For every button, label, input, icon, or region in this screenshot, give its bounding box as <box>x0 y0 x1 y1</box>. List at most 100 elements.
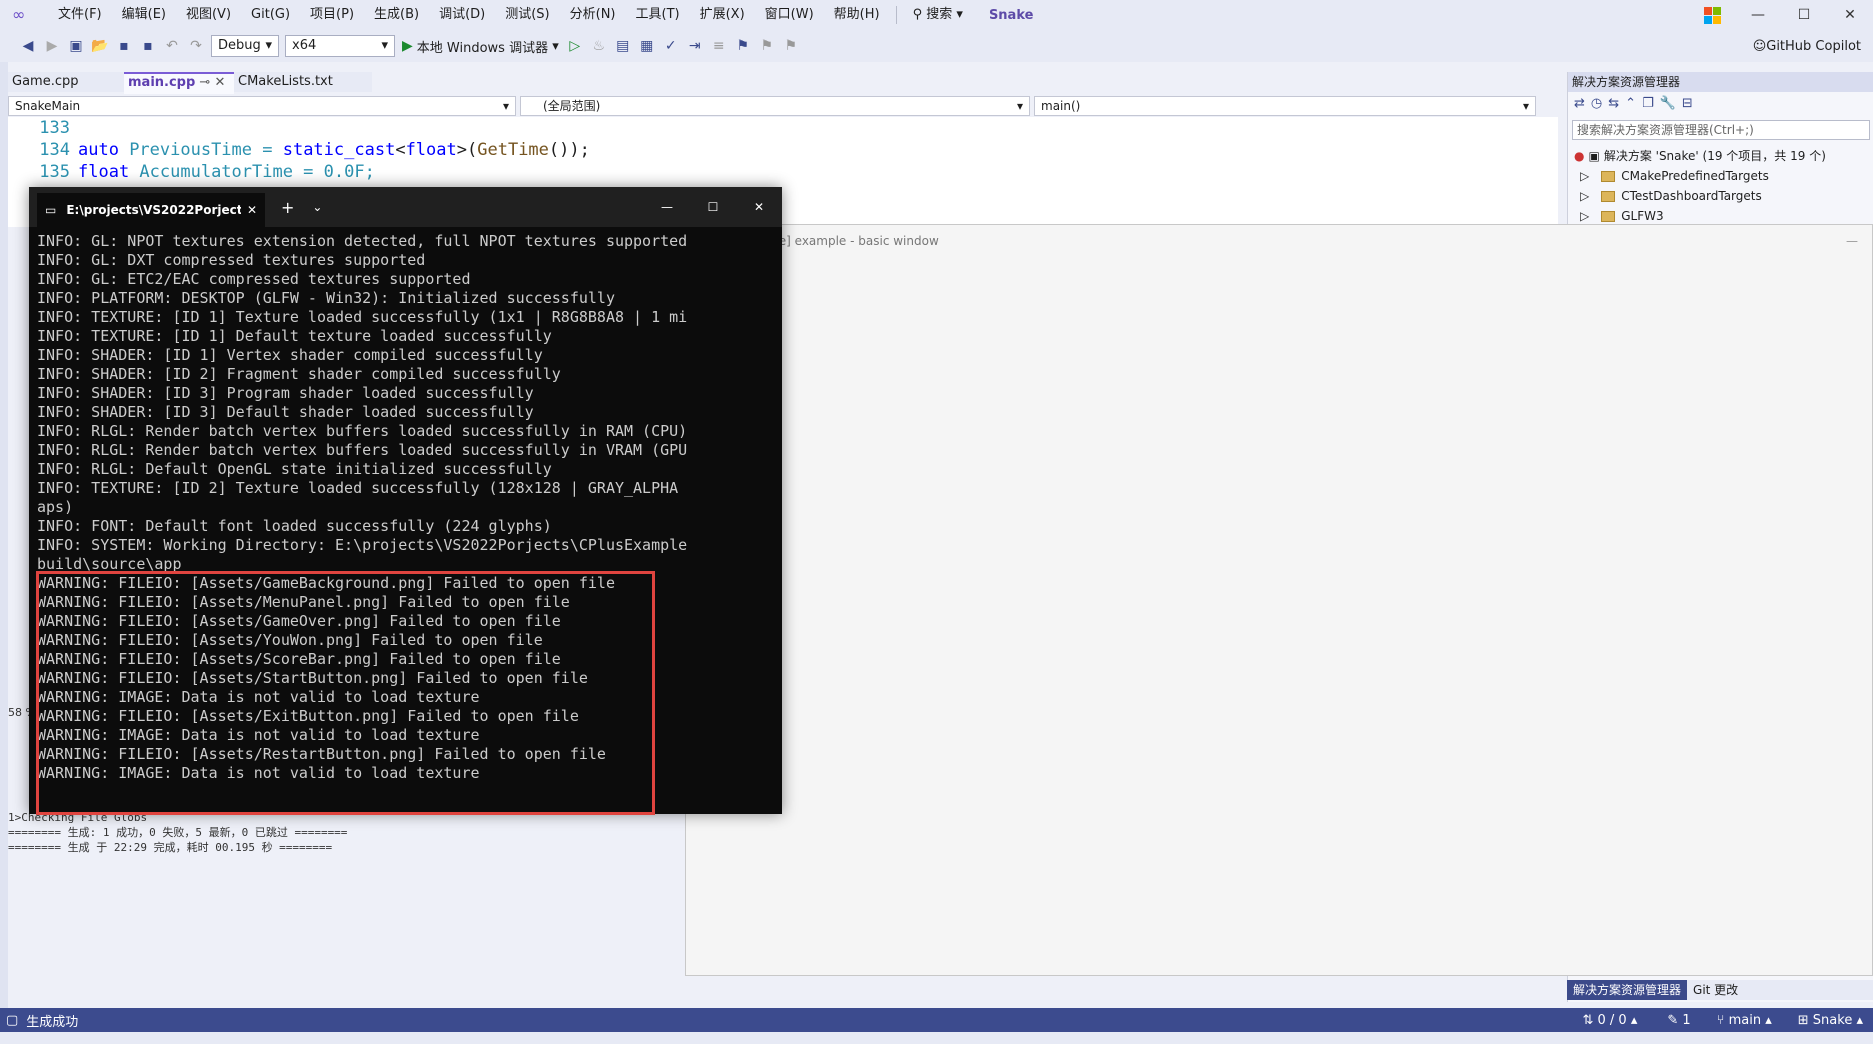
solution-name: Snake <box>988 7 1034 23</box>
tab-cmakelists[interactable]: CMakeLists.txt <box>234 72 372 92</box>
code-line: 135 float AccumulatorTime = 0.0F; <box>8 161 1558 183</box>
close-tab-icon[interactable]: ✕ <box>247 203 257 217</box>
console-line: INFO: RLGL: Default OpenGL state initial… <box>37 460 552 478</box>
status-bar: ▢ 生成成功 ⇅ 0 / 0 ▴ ✎ 1 ⑂ main ▴ ⊞ Snake ▴ <box>0 1008 1873 1032</box>
copy-icon[interactable]: ❐ <box>1642 96 1654 111</box>
menu-extensions[interactable]: 扩展(X) <box>690 0 755 30</box>
browse-icon[interactable]: ▤ <box>612 35 634 57</box>
wrench-icon[interactable]: 🔧 <box>1660 96 1676 111</box>
sync-indicator[interactable]: ⇅ 0 / 0 ▴ <box>1582 1013 1637 1028</box>
scope-value: (全局范围) <box>543 99 601 113</box>
console-line: INFO: TEXTURE: [ID 1] Texture loaded suc… <box>37 308 688 326</box>
keyword: float <box>405 140 457 160</box>
chevron-down-icon: ▾ <box>502 99 509 113</box>
close-icon[interactable]: ✕ <box>736 200 782 214</box>
history-icon[interactable]: ◷ <box>1591 96 1602 111</box>
switch-view-icon[interactable]: ⇄ <box>1574 96 1585 111</box>
minimize-icon[interactable]: — <box>1735 0 1781 30</box>
sync-arrows-icon: ⇅ <box>1582 1012 1598 1028</box>
comment-icon[interactable]: ≡ <box>708 35 730 57</box>
tree-item-label: CTestDashboardTargets <box>1621 189 1762 203</box>
chevron-down-icon[interactable]: ⌄ <box>312 200 322 214</box>
start-debugging-button[interactable]: ▶ 本地 Windows 调试器 ▾ <box>402 37 559 56</box>
left-strip <box>0 62 8 1012</box>
edits-count: 1 <box>1682 1012 1691 1028</box>
repo-indicator[interactable]: ⊞ Snake ▴ <box>1798 1013 1863 1028</box>
tree-item[interactable]: ▷ GLFW3 <box>1568 206 1873 226</box>
platform-select[interactable]: x64 ▾ <box>285 35 395 57</box>
menu-build[interactable]: 生成(B) <box>364 0 429 30</box>
console-line: INFO: PLATFORM: DESKTOP (GLFW - Win32): … <box>37 289 615 307</box>
tree-item[interactable]: ▷ CMakePredefinedTargets <box>1568 166 1873 186</box>
github-copilot-button[interactable]: ☺ GitHub Copilot <box>1753 39 1861 54</box>
close-icon[interactable]: ✕ <box>1827 0 1873 30</box>
expand-arrow-icon[interactable]: ▷ <box>1580 166 1589 186</box>
menu-project[interactable]: 项目(P) <box>300 0 364 30</box>
console-line: INFO: SHADER: [ID 2] Fragment shader com… <box>37 365 561 383</box>
bookmark-next-icon[interactable]: ⚑ <box>780 35 802 57</box>
minimize-icon[interactable]: — <box>1846 234 1858 248</box>
step-icon[interactable]: ⇥ <box>684 35 706 57</box>
windows-logo-icon <box>1689 0 1735 30</box>
bookmark-icon[interactable]: ⚑ <box>732 35 754 57</box>
project-dropdown[interactable]: SnakeMain ▾ <box>8 96 516 116</box>
branch-indicator[interactable]: ⑂ main ▴ <box>1717 1013 1772 1028</box>
undo-icon[interactable]: ↶ <box>161 35 183 57</box>
raylib-title-bar[interactable]: raylib [core] example - basic window — <box>686 225 1872 257</box>
bookmark-prev-icon[interactable]: ⚑ <box>756 35 778 57</box>
menu-window[interactable]: 窗口(W) <box>755 0 824 30</box>
repo-name: Snake <box>1812 1012 1853 1028</box>
preview-icon[interactable]: ⊟ <box>1682 96 1693 111</box>
edits-indicator[interactable]: ✎ 1 <box>1667 1013 1690 1028</box>
layout-icon[interactable]: ▦ <box>636 35 658 57</box>
copilot-label: GitHub Copilot <box>1766 38 1861 54</box>
save-icon[interactable]: ▪ <box>113 35 135 57</box>
search-button[interactable]: ⚲ 搜索 ▾ <box>903 0 973 30</box>
menu-test[interactable]: 测试(S) <box>495 0 559 30</box>
sync-icon[interactable]: ⇆ <box>1608 96 1619 111</box>
solution-search-input[interactable]: 搜索解决方案资源管理器(Ctrl+;) <box>1572 120 1870 140</box>
back-icon[interactable]: ◀ <box>17 35 39 57</box>
start-without-debugging-icon[interactable]: ▷ <box>564 35 586 57</box>
scope-dropdown[interactable]: (全局范围) ▾ <box>520 96 1030 116</box>
tab-solution-explorer[interactable]: 解决方案资源管理器 <box>1567 980 1688 1000</box>
tree-item[interactable]: ▷ CTestDashboardTargets <box>1568 186 1873 206</box>
terminal-title-bar: ▭ E:\projects\VS2022Porjects\CP ✕ + ⌄ — … <box>29 187 782 227</box>
menu-tools[interactable]: 工具(T) <box>626 0 690 30</box>
minimize-icon[interactable]: — <box>644 200 690 214</box>
maximize-icon[interactable]: ☐ <box>1781 0 1827 30</box>
spellcheck-icon[interactable]: ✓ <box>660 35 682 57</box>
tab-main-cpp[interactable]: main.cpp ⊸ ✕ <box>124 72 234 94</box>
collapse-icon[interactable]: ⌃ <box>1625 96 1636 111</box>
forward-icon[interactable]: ▶ <box>41 35 63 57</box>
new-tab-icon[interactable]: + <box>281 198 294 217</box>
menu-analyze[interactable]: 分析(N) <box>560 0 626 30</box>
redo-icon[interactable]: ↷ <box>185 35 207 57</box>
function-dropdown[interactable]: main() ▾ <box>1034 96 1536 116</box>
solution-row[interactable]: ● ▣ 解决方案 'Snake' (19 个项目，共 19 个) <box>1568 146 1873 166</box>
menu-help[interactable]: 帮助(H) <box>824 0 890 30</box>
configuration-select[interactable]: Debug ▾ <box>211 35 279 57</box>
expand-arrow-icon[interactable]: ▷ <box>1580 206 1589 226</box>
platform-value: x64 <box>292 38 317 53</box>
tab-git-changes[interactable]: Git 更改 <box>1687 980 1744 1000</box>
menu-view[interactable]: 视图(V) <box>176 0 241 30</box>
raylib-window[interactable]: raylib [core] example - basic window — <box>685 224 1873 976</box>
new-project-icon[interactable]: ▣ <box>65 35 87 57</box>
menu-file[interactable]: 文件(F) <box>48 0 112 30</box>
tab-game-cpp[interactable]: Game.cpp <box>8 72 124 92</box>
save-all-icon[interactable]: ▪ <box>137 35 159 57</box>
hot-reload-icon[interactable]: ♨ <box>588 35 610 57</box>
open-folder-icon[interactable]: 📂 <box>89 35 111 57</box>
solution-icon: ▣ <box>1588 149 1600 163</box>
expand-arrow-icon[interactable]: ▷ <box>1580 186 1589 206</box>
document-tabs: Game.cpp main.cpp ⊸ ✕ CMakeLists.txt <box>8 72 1558 94</box>
visual-studio-logo-icon[interactable]: ∞ <box>12 6 34 24</box>
console-line: INFO: GL: DXT compressed textures suppor… <box>37 251 426 269</box>
configuration-value: Debug <box>218 38 261 53</box>
terminal-tab[interactable]: ▭ E:\projects\VS2022Porjects\CP ✕ <box>37 193 265 227</box>
menu-edit[interactable]: 编辑(E) <box>112 0 176 30</box>
maximize-icon[interactable]: ☐ <box>690 200 736 214</box>
menu-debug[interactable]: 调试(D) <box>429 0 495 30</box>
menu-git[interactable]: Git(G) <box>241 0 300 30</box>
